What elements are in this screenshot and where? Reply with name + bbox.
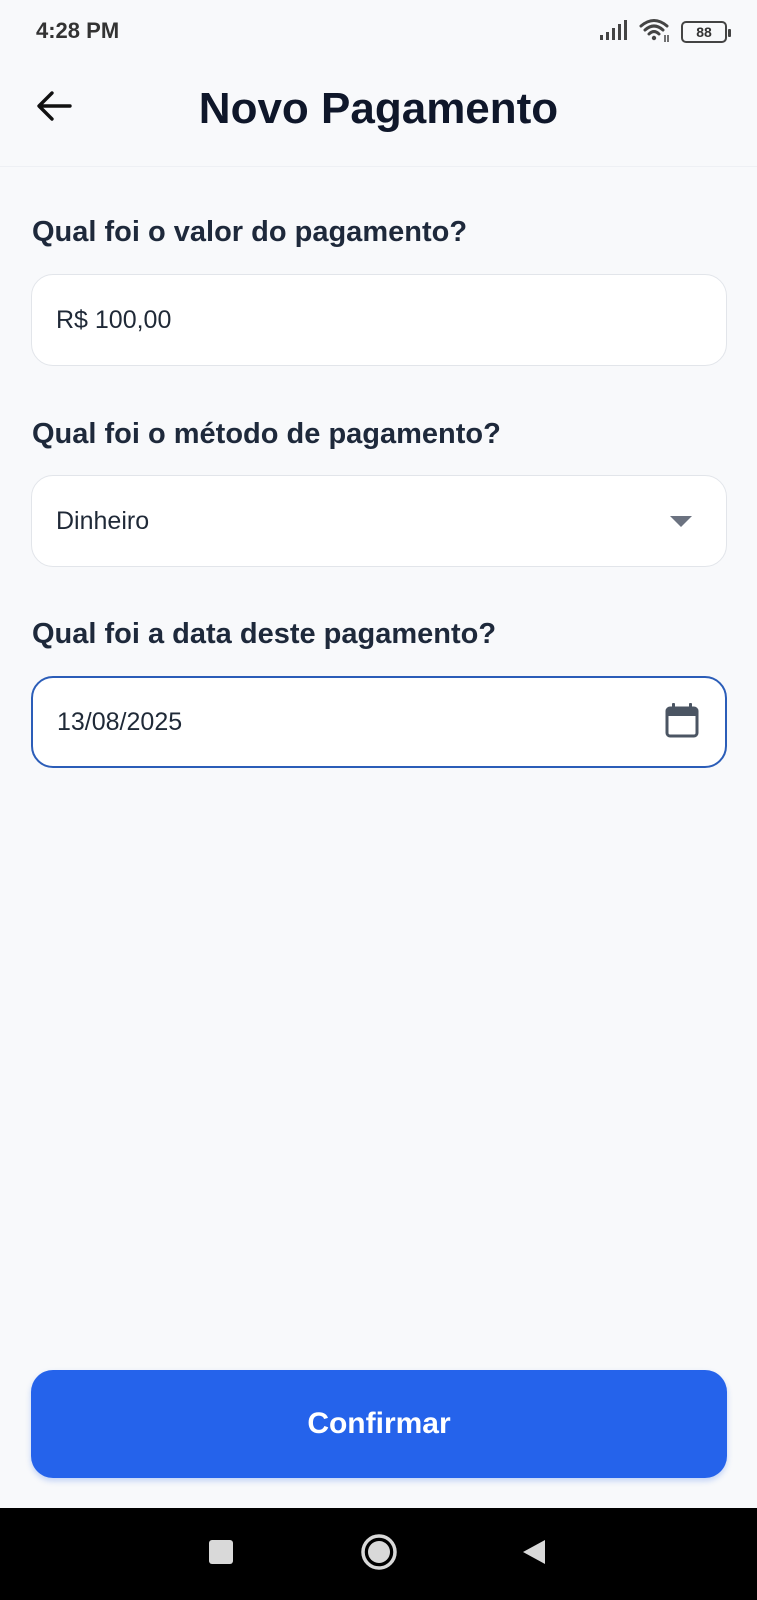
header-divider — [0, 166, 757, 167]
app-header: Novo Pagamento — [0, 62, 757, 166]
battery-icon: 88 — [681, 21, 731, 43]
system-nav-bar — [0, 1508, 757, 1600]
page-title: Novo Pagamento — [198, 84, 559, 133]
date-label: Qual foi a data deste pagamento? — [32, 618, 497, 650]
recent-apps-icon — [208, 1539, 234, 1570]
method-select[interactable]: Dinheiro — [31, 475, 727, 567]
amount-value: R$ 100,00 — [56, 305, 172, 334]
confirm-label: Confirmar — [307, 1407, 451, 1440]
chevron-down-icon — [670, 515, 692, 527]
recent-apps-button[interactable] — [195, 1528, 247, 1580]
date-value: 13/08/2025 — [57, 707, 183, 736]
status-icons: 88 — [599, 17, 731, 48]
system-back-button[interactable] — [508, 1528, 560, 1580]
amount-label: Qual foi o valor do pagamento? — [32, 216, 468, 248]
signal-icon — [599, 19, 629, 46]
home-icon — [359, 1532, 399, 1577]
calendar-icon[interactable] — [665, 702, 699, 743]
method-label: Qual foi o método de pagamento? — [32, 418, 501, 450]
back-icon — [521, 1538, 547, 1571]
status-time: 4:28 PM — [36, 18, 120, 43]
date-field[interactable]: 13/08/2025 — [31, 676, 727, 768]
battery-level: 88 — [696, 24, 712, 40]
method-selected-value: Dinheiro — [56, 506, 150, 535]
amount-field[interactable]: R$ 100,00 — [31, 274, 727, 366]
confirm-button[interactable]: Confirmar — [31, 1370, 727, 1478]
wifi-icon — [639, 17, 671, 48]
status-bar: 4:28 PM 88 — [0, 0, 757, 62]
home-button[interactable] — [353, 1528, 405, 1580]
